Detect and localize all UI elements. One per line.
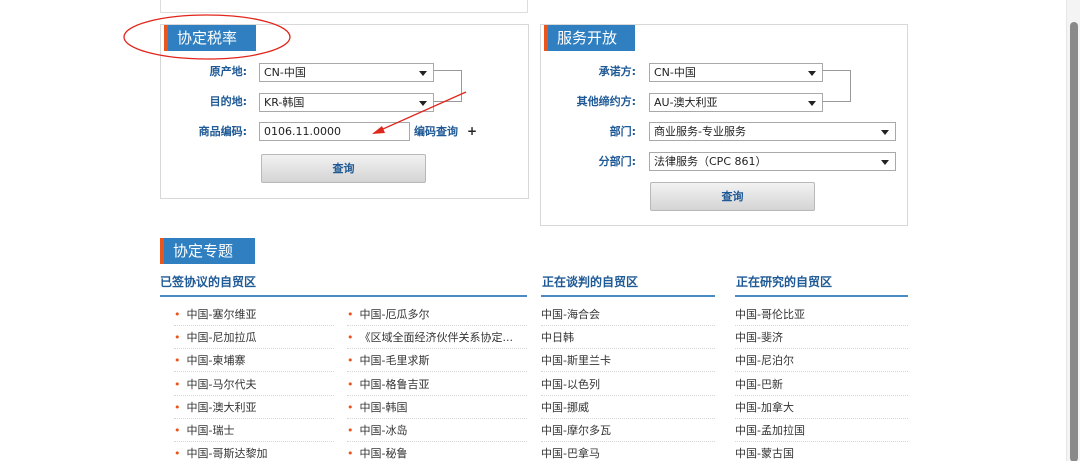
annotation-arrow-head bbox=[372, 126, 385, 134]
annotation-overlay bbox=[123, 14, 467, 134]
scrollbar-thumb[interactable] bbox=[1070, 22, 1078, 461]
highlight-ellipse bbox=[123, 14, 291, 60]
annotation-arrow-line bbox=[373, 91, 467, 134]
vertical-scrollbar[interactable] bbox=[1066, 0, 1080, 461]
